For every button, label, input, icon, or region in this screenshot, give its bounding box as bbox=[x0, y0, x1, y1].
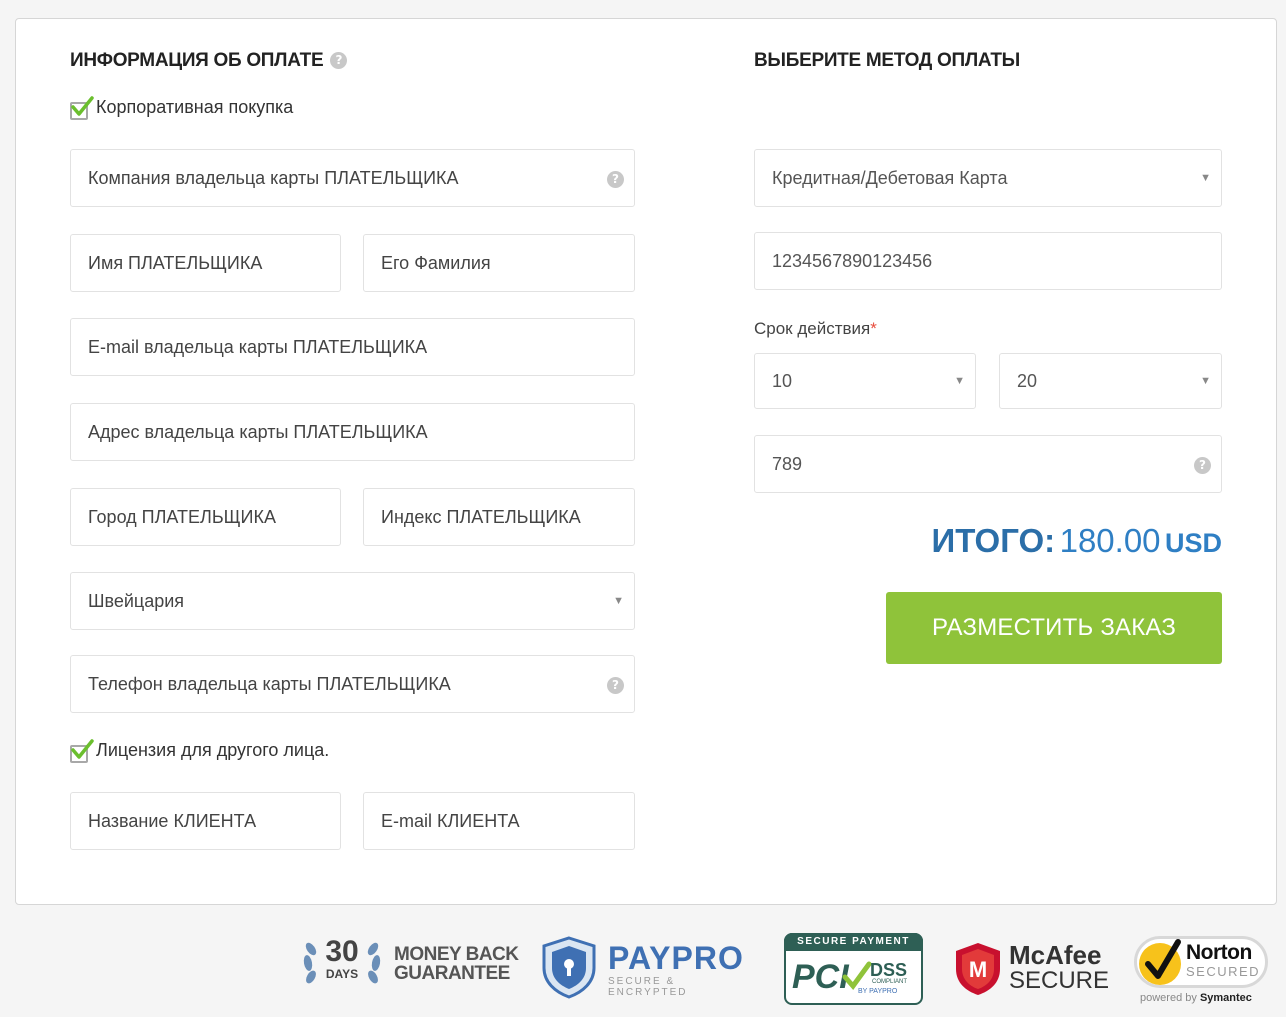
norton-name: Norton bbox=[1186, 941, 1252, 964]
city-placeholder: Город ПЛАТЕЛЬЩИКА bbox=[88, 507, 276, 527]
phone-field[interactable]: Телефон владельца карты ПЛАТЕЛЬЩИКА ? bbox=[70, 655, 635, 713]
total-amount: 180.00 bbox=[1059, 522, 1161, 559]
chevron-down-icon: ▼ bbox=[1200, 375, 1211, 387]
first-name-placeholder: Имя ПЛАТЕЛЬЩИКА bbox=[88, 253, 263, 273]
norton-secured-badge: Norton SECURED powered by Symantec bbox=[1134, 934, 1274, 1010]
expiry-year-value: 20 bbox=[1017, 371, 1038, 391]
zip-field[interactable]: Индекс ПЛАТЕЛЬЩИКА bbox=[363, 488, 635, 546]
norton-text: Norton SECURED bbox=[1186, 942, 1260, 980]
shield-lock-icon bbox=[542, 936, 596, 999]
pci-header: SECURE PAYMENT bbox=[784, 933, 923, 951]
help-icon[interactable]: ? bbox=[1194, 457, 1211, 474]
paypro-text: PAYPRO SECURE & ENCRYPTED bbox=[608, 942, 758, 998]
place-order-button[interactable]: РАЗМЕСТИТЬ ЗАКАЗ bbox=[886, 592, 1222, 664]
total-label: ИТОГО: bbox=[931, 522, 1056, 559]
paypro-name: PAYPRO bbox=[608, 940, 744, 976]
company-field[interactable]: Компания владельца карты ПЛАТЕЛЬЩИКА ? bbox=[70, 149, 635, 207]
pci-dss-badge: SECURE PAYMENT PCI DSS COMPLIANT BY PAYP… bbox=[784, 933, 923, 1005]
days-word: DAYS bbox=[325, 967, 359, 981]
norton-powered-by: powered by Symantec bbox=[1140, 992, 1252, 1004]
client-name-field[interactable]: Название КЛИЕНТА bbox=[70, 792, 341, 850]
address-placeholder: Адрес владельца карты ПЛАТЕЛЬЩИКА bbox=[88, 422, 428, 442]
guarantee-line1: MONEY BACK bbox=[394, 944, 519, 965]
days-number: 30 bbox=[325, 935, 359, 968]
payment-method-select[interactable]: Кредитная/Дебетовая Карта ▼ bbox=[754, 149, 1222, 207]
total-currency: USD bbox=[1164, 528, 1222, 558]
card-number-field[interactable]: 1234567890123456 bbox=[754, 232, 1222, 290]
client-email-placeholder: E-mail КЛИЕНТА bbox=[381, 811, 520, 831]
corporate-purchase-label: Корпоративная покупка bbox=[96, 97, 294, 117]
country-value: Швейцария bbox=[88, 591, 185, 611]
days-badge: 30 DAYS bbox=[314, 935, 370, 982]
last-name-placeholder: Его Фамилия bbox=[381, 253, 491, 273]
expiry-month-select[interactable]: 10 ▼ bbox=[754, 353, 976, 409]
billing-section-title: ИНФОРМАЦИЯ ОБ ОПЛАТЕ ? bbox=[70, 50, 348, 72]
client-name-placeholder: Название КЛИЕНТА bbox=[88, 811, 257, 831]
help-icon[interactable]: ? bbox=[607, 171, 624, 188]
expiry-year-select[interactable]: 20 ▼ bbox=[999, 353, 1222, 409]
company-placeholder: Компания владельца карты ПЛАТЕЛЬЩИКА bbox=[88, 168, 459, 188]
payment-section-title: ВЫБЕРИТЕ МЕТОД ОПЛАТЫ bbox=[754, 50, 1020, 71]
payment-method-value: Кредитная/Дебетовая Карта bbox=[772, 168, 1008, 188]
guarantee-line2: GUARANTEE bbox=[394, 963, 510, 984]
expiry-label-text: Срок действия bbox=[754, 319, 871, 338]
help-icon[interactable]: ? bbox=[607, 677, 624, 694]
powered-by-prefix: powered by bbox=[1140, 992, 1197, 1004]
email-field[interactable]: E-mail владельца карты ПЛАТЕЛЬЩИКА bbox=[70, 318, 635, 376]
phone-placeholder: Телефон владельца карты ПЛАТЕЛЬЩИКА bbox=[88, 674, 451, 694]
mcafee-secure-badge: M McAfee SECURE bbox=[953, 940, 1113, 998]
order-total: ИТОГО: 180.00 USD bbox=[931, 522, 1222, 560]
mcafee-shield-icon: M bbox=[956, 943, 1000, 995]
cvv-field[interactable]: 789 ? bbox=[754, 435, 1222, 493]
paypro-badge: PAYPRO SECURE & ENCRYPTED bbox=[538, 934, 758, 1000]
chevron-down-icon: ▼ bbox=[954, 375, 965, 387]
billing-title-text: ИНФОРМАЦИЯ ОБ ОПЛАТЕ bbox=[70, 50, 324, 71]
pci-dss-text: DSS bbox=[870, 960, 908, 980]
checkbox-checked-icon[interactable] bbox=[70, 738, 94, 763]
help-icon[interactable]: ? bbox=[330, 52, 348, 69]
email-placeholder: E-mail владельца карты ПЛАТЕЛЬЩИКА bbox=[88, 337, 428, 357]
money-back-guarantee-badge: 30 DAYS MONEY BACK GUARANTEE bbox=[298, 933, 520, 997]
mcafee-text: McAfee SECURE bbox=[1009, 941, 1109, 993]
zip-placeholder: Индекс ПЛАТЕЛЬЩИКА bbox=[381, 507, 581, 527]
client-email-field[interactable]: E-mail КЛИЕНТА bbox=[363, 792, 635, 850]
city-field[interactable]: Город ПЛАТЕЛЬЩИКА bbox=[70, 488, 341, 546]
address-field[interactable]: Адрес владельца карты ПЛАТЕЛЬЩИКА bbox=[70, 403, 635, 461]
paypro-tagline: SECURE & ENCRYPTED bbox=[608, 976, 688, 998]
svg-text:M: M bbox=[969, 957, 987, 982]
norton-secured: SECURED bbox=[1186, 964, 1261, 979]
expiry-label: Срок действия* bbox=[754, 319, 877, 339]
corporate-purchase-checkbox[interactable]: Корпоративная покупка bbox=[70, 95, 294, 120]
license-other-checkbox[interactable]: Лицензия для другого лица. bbox=[70, 738, 330, 763]
expiry-month-value: 10 bbox=[772, 371, 793, 391]
chevron-down-icon: ▼ bbox=[613, 595, 624, 607]
pci-by: BY PAYPRO bbox=[858, 988, 898, 995]
norton-check-icon bbox=[1139, 939, 1181, 985]
first-name-field[interactable]: Имя ПЛАТЕЛЬЩИКА bbox=[70, 234, 341, 292]
chevron-down-icon: ▼ bbox=[1200, 172, 1211, 184]
powered-by-brand: Symantec bbox=[1199, 992, 1252, 1004]
checkmark-icon bbox=[842, 961, 872, 990]
last-name-field[interactable]: Его Фамилия bbox=[363, 234, 635, 292]
mcafee-name: McAfee bbox=[1009, 940, 1102, 970]
required-mark: * bbox=[870, 319, 877, 338]
card-number-value: 1234567890123456 bbox=[772, 251, 933, 271]
country-select[interactable]: Швейцария ▼ bbox=[70, 572, 635, 630]
cvv-value: 789 bbox=[772, 454, 803, 474]
pci-main: PCI bbox=[792, 958, 849, 996]
checkbox-checked-icon[interactable] bbox=[70, 95, 94, 120]
guarantee-text: MONEY BACK GUARANTEE bbox=[394, 945, 519, 983]
license-other-label: Лицензия для другого лица. bbox=[96, 740, 330, 760]
pci-compliant: COMPLIANT bbox=[872, 979, 908, 985]
mcafee-secure: SECURE bbox=[1009, 967, 1110, 994]
